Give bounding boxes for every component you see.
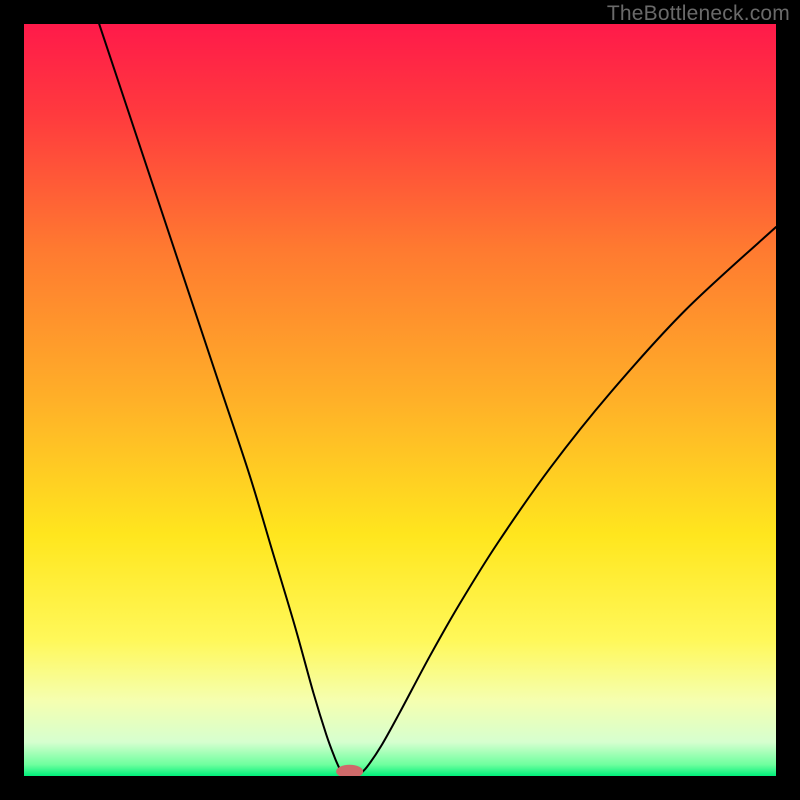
chart-frame: TheBottleneck.com: [0, 0, 800, 800]
chart-svg: [24, 24, 776, 776]
plot-area: [24, 24, 776, 776]
watermark-text: TheBottleneck.com: [607, 2, 790, 26]
